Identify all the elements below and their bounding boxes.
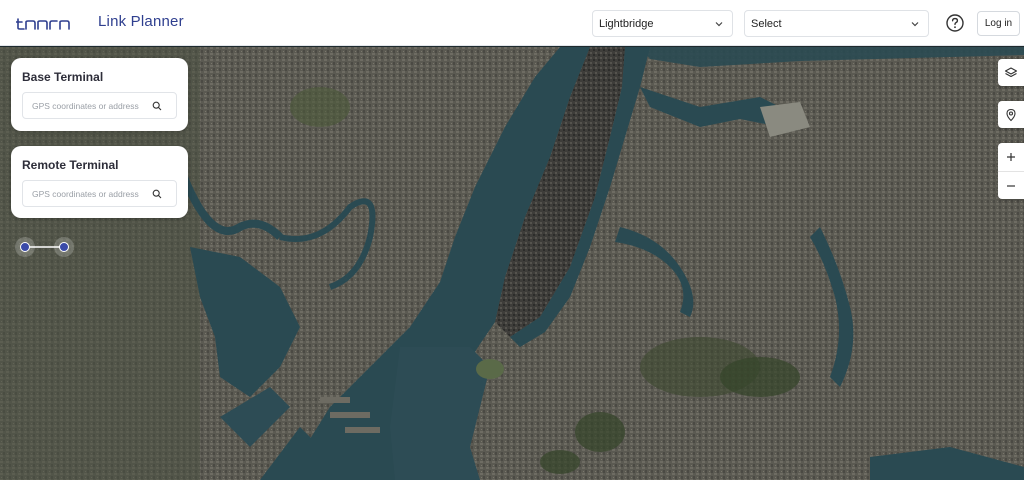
layers-icon bbox=[1004, 66, 1018, 77]
base-terminal-title: Base Terminal bbox=[22, 70, 104, 84]
location-button[interactable] bbox=[998, 101, 1024, 128]
layers-button[interactable] bbox=[998, 59, 1024, 86]
remote-terminal-title: Remote Terminal bbox=[22, 158, 119, 172]
app-title: Link Planner bbox=[98, 13, 184, 30]
base-terminal-search[interactable] bbox=[22, 92, 177, 119]
taara-logo[interactable] bbox=[16, 14, 76, 32]
map-pin-icon bbox=[1006, 108, 1016, 121]
login-button[interactable]: Log in bbox=[977, 11, 1020, 36]
question-circle-icon[interactable] bbox=[945, 13, 965, 33]
chevron-down-icon bbox=[715, 22, 723, 27]
base-terminal-card: Base Terminal bbox=[11, 58, 188, 131]
search-icon[interactable] bbox=[152, 101, 162, 111]
remote-terminal-search[interactable] bbox=[22, 180, 177, 207]
zoom-in-button[interactable] bbox=[998, 143, 1024, 171]
top-header: Link Planner Lightbridge Select Log in bbox=[0, 0, 1024, 46]
chevron-down-icon bbox=[911, 22, 919, 27]
zoom-control bbox=[998, 143, 1024, 199]
remote-terminal-input[interactable] bbox=[32, 188, 152, 199]
product-select-value: Lightbridge bbox=[599, 17, 654, 30]
remote-terminal-card: Remote Terminal bbox=[11, 146, 188, 218]
product-select[interactable]: Lightbridge bbox=[592, 10, 733, 37]
zoom-out-button[interactable] bbox=[998, 171, 1024, 199]
minus-icon bbox=[1007, 184, 1015, 187]
region-select-value: Select bbox=[751, 17, 782, 30]
region-select[interactable]: Select bbox=[744, 10, 929, 37]
plus-icon bbox=[1007, 153, 1015, 161]
base-terminal-input[interactable] bbox=[32, 100, 152, 111]
search-icon[interactable] bbox=[152, 189, 162, 199]
link-indicator[interactable] bbox=[14, 236, 76, 258]
